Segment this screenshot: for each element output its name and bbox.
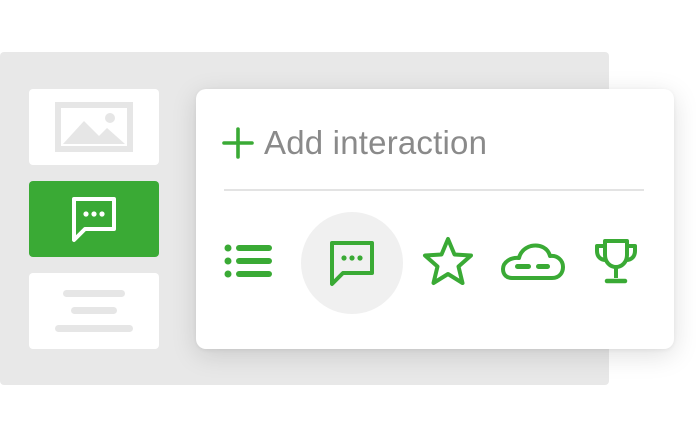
chat-bubble-icon	[72, 197, 116, 242]
list-icon	[224, 244, 272, 278]
add-interaction-label: Add interaction	[264, 124, 488, 161]
slide-thumbnail-text[interactable]	[29, 273, 159, 349]
tool-trophy[interactable]	[586, 234, 646, 290]
cloud-icon	[501, 243, 565, 280]
tool-list[interactable]	[216, 235, 282, 287]
plus-icon	[222, 127, 254, 159]
chat-bubble-icon	[330, 241, 374, 286]
star-icon	[423, 237, 473, 285]
trophy-icon	[595, 239, 637, 284]
slide-thumbnail-interaction[interactable]	[29, 181, 159, 257]
image-icon	[55, 102, 133, 152]
add-interaction-panel: Add interaction	[196, 89, 674, 349]
add-interaction-button[interactable]: Add interaction	[222, 123, 487, 163]
text-lines-icon	[29, 273, 159, 349]
tool-star[interactable]	[418, 233, 478, 289]
slide-thumbnail-image[interactable]	[29, 89, 159, 165]
tool-chat[interactable]	[301, 212, 403, 314]
tool-cloud[interactable]	[498, 235, 568, 287]
divider	[224, 189, 644, 191]
